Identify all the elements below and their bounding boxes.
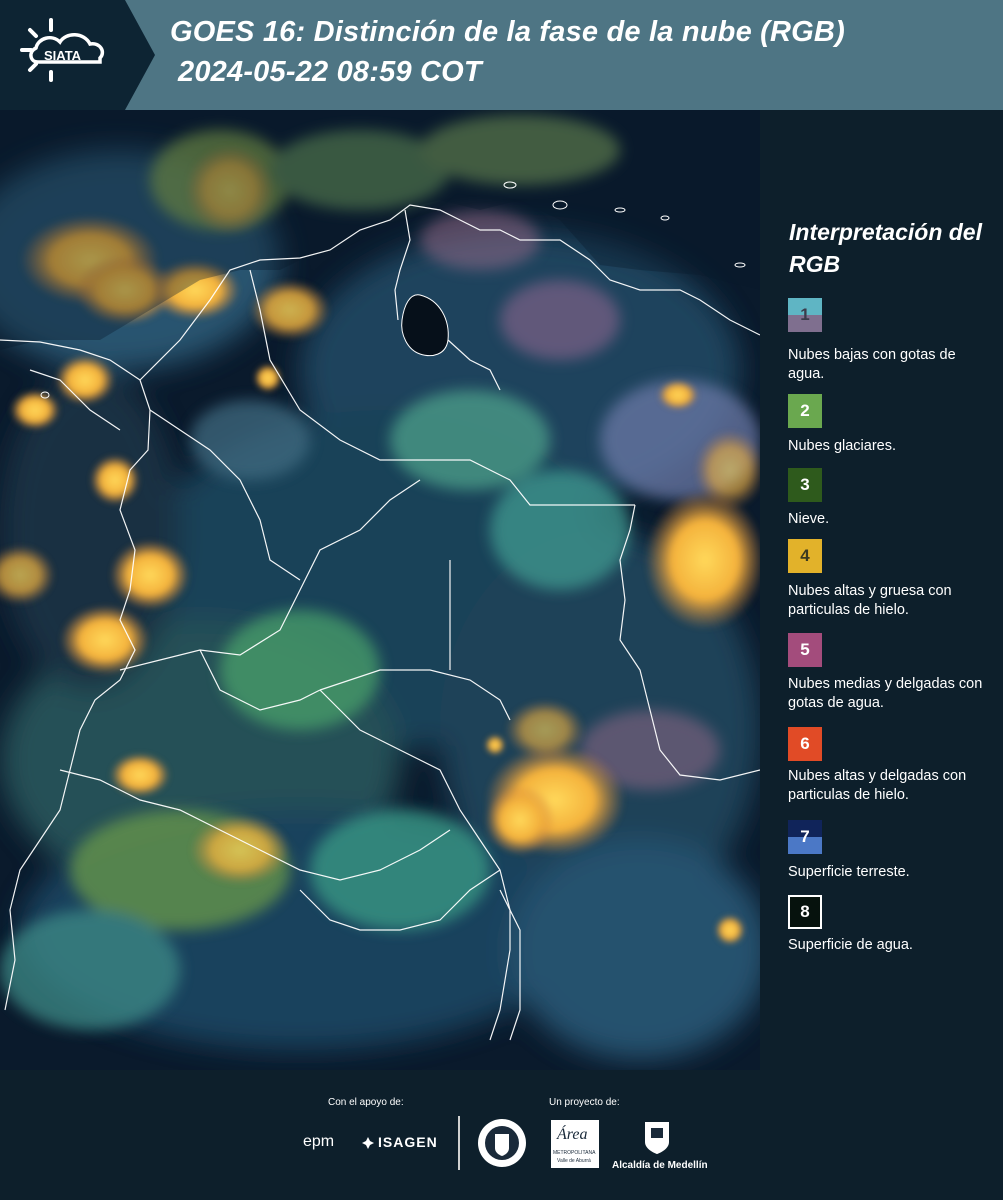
legend-label-3: Nieve. [788,511,830,527]
satellite-image [0,110,760,1070]
isagen-logo: ISAGEN [378,1134,438,1150]
legend-swatch-1: 1 [788,298,822,332]
page-timestamp: 2024-05-22 08:59 COT [178,56,482,88]
legend-label-7: Superficie terreste. [788,864,910,880]
page-title: GOES 16: Distinción de la fase de la nub… [170,16,845,48]
alcaldia-label: Alcaldía de Medellín [612,1160,708,1171]
siata-logo-text: SIATA [44,48,82,63]
header-bar: SIATA GOES 16: Distinción de la fase de … [0,0,1003,110]
epm-logo: epm [303,1133,335,1150]
support-label: Con el apoyo de: [328,1097,404,1108]
legend-panel: Interpretación del RGB 1 Nubes bajas con… [760,110,1003,1070]
footer-divider [458,1116,460,1170]
legend-label-1: Nubes bajas con gotas de agua. [788,347,956,382]
legend-label-2: Nubes glaciares. [788,438,896,454]
isagen-icon [362,1136,374,1149]
legend-swatch-5: 5 [788,633,822,667]
legend-label-5: Nubes medias y delgadas con gotas de agu… [788,676,983,711]
legend-title: Interpretación del RGB [789,219,982,277]
legend-label-6: Nubes altas y delgadas con particulas de… [788,768,967,803]
footer: Con el apoyo de: Un proyecto de: epm ISA… [0,1070,1003,1200]
legend-label-4: Nubes altas y gruesa con particulas de h… [788,583,952,618]
legend-swatch-6: 6 [788,727,822,761]
legend-swatch-4: 4 [788,539,822,573]
seal-logo [477,1118,527,1168]
alcaldia-shield-icon [643,1120,671,1156]
project-label: Un proyecto de: [549,1097,620,1108]
siata-logo: SIATA [0,0,155,110]
legend-swatch-2: 2 [788,394,822,428]
legend-swatch-8: 8 [788,895,822,929]
area-metropolitana-logo: Área METROPOLITANA Valle de Aburrá [551,1120,599,1168]
legend-label-8: Superficie de agua. [788,937,913,953]
legend-swatch-7: 7 [788,820,822,854]
legend-swatch-3: 3 [788,468,822,502]
